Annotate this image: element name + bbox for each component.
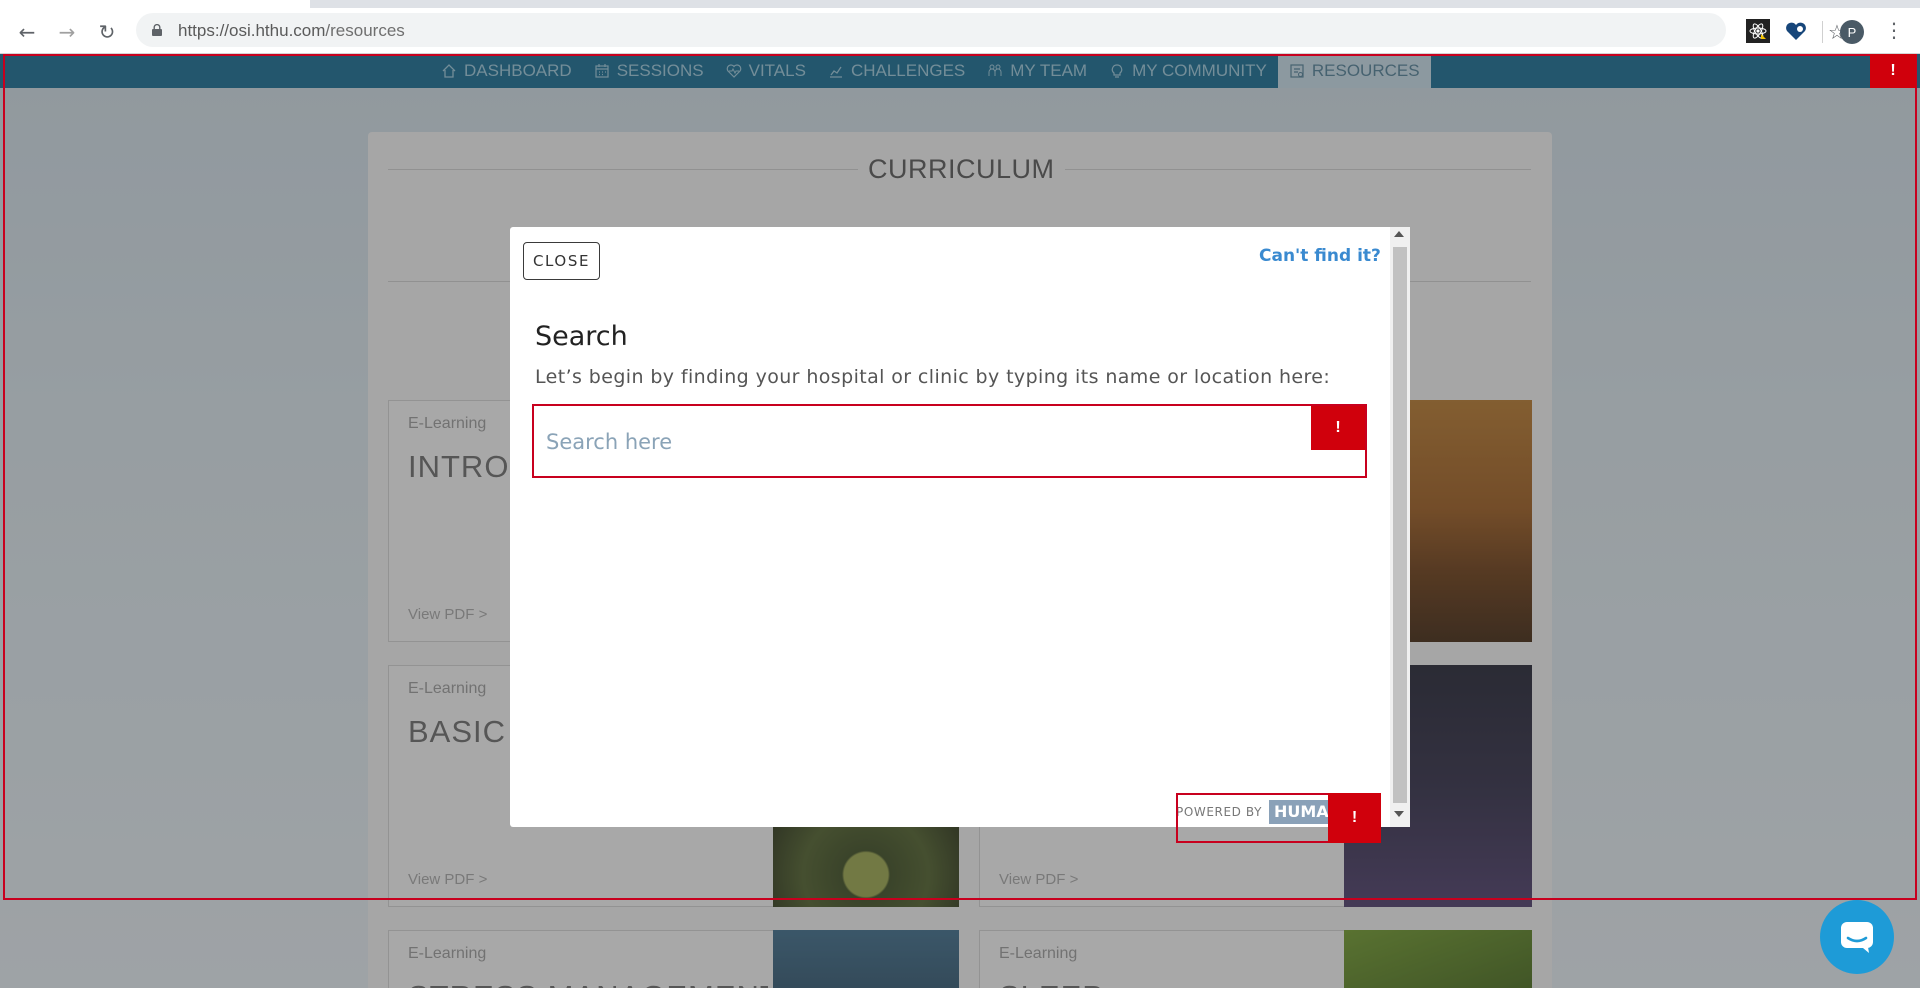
- heart-icon: [1786, 22, 1806, 40]
- scroll-down-arrow-icon[interactable]: [1394, 811, 1404, 817]
- error-flag-powered: !: [1328, 793, 1381, 843]
- error-flag-search: !: [1311, 406, 1365, 450]
- url-path: /resources: [325, 21, 405, 40]
- profile-avatar[interactable]: P: [1840, 20, 1864, 44]
- error-flag-page: !: [1870, 54, 1916, 88]
- toolbar-divider: [1822, 21, 1823, 43]
- tab-strip: [0, 0, 1920, 8]
- url-host: https://osi.hthu.com: [178, 21, 326, 40]
- lock-icon: [152, 24, 162, 36]
- hospital-search-modal: CLOSE Can't find it? Search Let’s begin …: [510, 227, 1410, 827]
- chat-launcher-button[interactable]: [1820, 900, 1894, 974]
- url-text: https://osi.hthu.com/resources: [178, 21, 405, 41]
- search-field-wrapper: !: [532, 404, 1367, 478]
- browser-menu-icon[interactable]: ⋮: [1884, 18, 1904, 42]
- chat-icon: [1841, 922, 1873, 953]
- extension-heart-icon[interactable]: [1784, 19, 1808, 43]
- modal-scroll-thumb[interactable]: [1393, 247, 1407, 803]
- forward-icon[interactable]: →: [53, 18, 81, 46]
- modal-description: Let’s begin by finding your hospital or …: [535, 366, 1331, 388]
- modal-title: Search: [535, 321, 628, 352]
- active-tab[interactable]: [0, 0, 310, 8]
- reload-icon[interactable]: ↻: [93, 18, 121, 46]
- search-input[interactable]: [546, 416, 1276, 468]
- browser-toolbar: ← → ↻ https://osi.hthu.com/resources ☆ P…: [0, 8, 1920, 54]
- atom-icon: [1749, 23, 1767, 39]
- scroll-up-arrow-icon[interactable]: [1394, 231, 1404, 237]
- extension-atom-icon[interactable]: [1746, 19, 1770, 43]
- close-button[interactable]: CLOSE: [523, 242, 600, 280]
- cant-find-link[interactable]: Can't find it?: [1259, 246, 1381, 266]
- address-bar[interactable]: https://osi.hthu.com/resources ☆: [136, 13, 1846, 47]
- back-icon[interactable]: ←: [13, 18, 41, 46]
